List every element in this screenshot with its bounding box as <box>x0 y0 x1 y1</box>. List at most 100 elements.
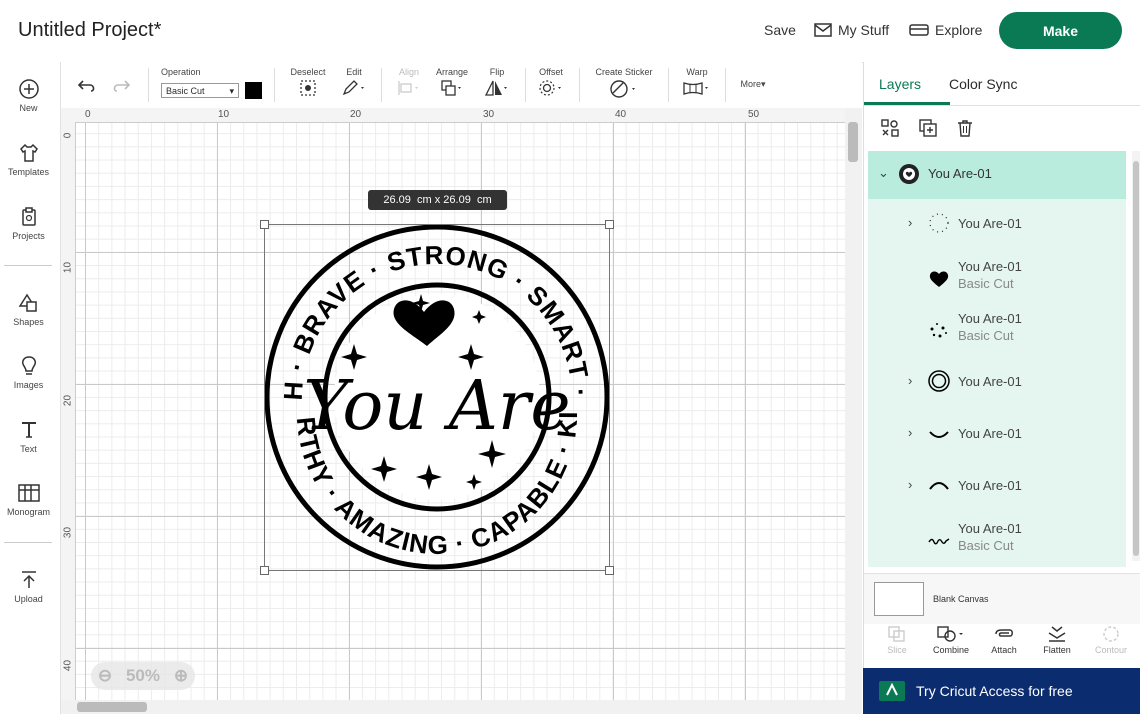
align-icon <box>398 81 418 95</box>
layer-name-text: You Are-01 <box>958 259 1022 274</box>
ruler-tick: 0 <box>62 132 74 139</box>
offset-button[interactable]: Offset <box>531 67 571 99</box>
double-ring-icon <box>928 370 950 392</box>
tab-layers[interactable]: Layers <box>879 76 921 92</box>
paperclip-icon <box>995 629 1013 637</box>
sidebar-divider <box>4 265 52 266</box>
sidebar-item-new[interactable]: New <box>0 78 57 113</box>
stars-icon <box>930 323 947 338</box>
design-thumbnail-icon <box>899 164 919 184</box>
zoom-control: ⊖ 50% ⊕ <box>91 662 195 690</box>
toolbar-divider <box>668 68 669 102</box>
shirt-icon <box>19 143 38 162</box>
horizontal-scrollbar[interactable] <box>61 700 845 714</box>
explore-button[interactable]: Explore <box>909 22 982 38</box>
make-button[interactable]: Make <box>999 12 1122 49</box>
flatten-button[interactable]: Flatten <box>1032 625 1082 655</box>
smile-arc-icon <box>929 431 949 438</box>
chevron-down-icon[interactable]: ⌄ <box>878 165 889 181</box>
align-label: Align <box>398 67 419 77</box>
warp-button[interactable]: Warp <box>675 67 719 99</box>
combine-button[interactable]: Combine <box>926 625 976 655</box>
slice-button[interactable]: Slice <box>872 625 922 655</box>
explore-label: Explore <box>935 22 983 38</box>
more-button[interactable]: More▾ <box>733 79 773 90</box>
ruler-tick: 50 <box>748 109 760 120</box>
selection-box[interactable] <box>260 220 614 575</box>
ruler-tick: 40 <box>615 109 627 120</box>
sidebar-item-projects[interactable]: Projects <box>0 206 57 241</box>
attach-button[interactable]: Attach <box>979 625 1029 655</box>
resize-handle-bl[interactable] <box>260 566 269 575</box>
ruler-tick: 10 <box>62 261 74 274</box>
chevron-right-icon[interactable]: › <box>908 477 912 492</box>
sidebar-item-label: Shapes <box>13 317 44 327</box>
ruler-tick: 30 <box>483 109 495 120</box>
project-title[interactable]: Untitled Project* <box>18 19 161 42</box>
operation-select[interactable]: Basic Cut ▾ <box>161 83 239 98</box>
undo-icon[interactable] <box>77 78 97 94</box>
blank-canvas-label: Blank Canvas <box>933 594 989 604</box>
trash-icon[interactable] <box>955 118 975 138</box>
sidebar-item-shapes[interactable]: Shapes <box>0 292 57 327</box>
layer-name-text: You Are-01 <box>958 311 1022 326</box>
flip-button[interactable]: Flip <box>479 67 515 99</box>
create-sticker-button[interactable]: Create Sticker <box>589 67 659 101</box>
monogram-icon <box>17 484 40 502</box>
chevron-right-icon[interactable]: › <box>908 373 912 388</box>
sidebar-item-monogram[interactable]: Monogram <box>0 482 57 517</box>
save-label: Save <box>764 22 796 38</box>
vertical-scrollbar[interactable] <box>845 108 862 714</box>
zoom-out-icon[interactable]: ⊖ <box>98 666 112 686</box>
flip-icon <box>484 80 507 96</box>
duplicate-icon[interactable] <box>918 118 938 138</box>
contour-label: Contour <box>1094 645 1128 655</box>
arrange-button[interactable]: Arrange <box>432 67 472 99</box>
sidebar-item-label: Templates <box>7 167 50 177</box>
chevron-right-icon[interactable]: › <box>908 425 912 440</box>
tab-color-sync[interactable]: Color Sync <box>949 76 1017 92</box>
cricut-access-banner[interactable]: Try Cricut Access for free <box>863 668 1140 714</box>
heart-icon <box>929 271 949 287</box>
my-stuff-button[interactable]: My Stuff <box>814 22 889 38</box>
size-tooltip: 26.09 cm x 26.09 cm <box>368 190 507 210</box>
resize-handle-tl[interactable] <box>260 220 269 229</box>
scroll-thumb[interactable] <box>1133 161 1139 556</box>
scroll-thumb[interactable] <box>848 122 858 162</box>
sticker-icon <box>610 80 635 98</box>
resize-handle-tr[interactable] <box>605 220 614 229</box>
edit-button[interactable]: Edit <box>336 67 372 99</box>
offset-label: Offset <box>539 67 563 77</box>
scroll-thumb[interactable] <box>77 702 147 712</box>
sidebar-item-text[interactable]: Text <box>0 419 57 454</box>
redo-icon[interactable] <box>111 78 131 94</box>
cta-label: Try Cricut Access for free <box>916 683 1073 699</box>
group-icon[interactable] <box>880 118 900 138</box>
warp-icon <box>683 82 708 95</box>
more-label: More <box>740 79 761 89</box>
resize-handle-br[interactable] <box>605 566 614 575</box>
color-swatch[interactable] <box>245 82 262 99</box>
sidebar-item-label: Text <box>20 444 37 454</box>
chevron-down-icon: ▾ <box>229 86 234 96</box>
blank-canvas-swatch[interactable] <box>874 582 924 616</box>
deselect-label: Deselect <box>290 67 326 77</box>
layer-group-row[interactable]: ⌄ You Are-01 <box>868 151 1126 199</box>
contour-icon <box>1103 626 1119 642</box>
layers-scrollbar[interactable] <box>1132 151 1140 561</box>
deselect-button[interactable]: Deselect <box>283 67 333 99</box>
zoom-in-icon[interactable]: ⊕ <box>174 666 188 686</box>
mail-icon <box>814 23 832 37</box>
offset-icon <box>539 80 561 96</box>
ruler-tick: 20 <box>62 394 74 407</box>
sidebar-item-images[interactable]: Images <box>0 355 57 390</box>
align-button[interactable]: Align <box>391 67 427 99</box>
ruler-vertical: 0 10 20 30 40 <box>61 122 76 700</box>
blank-canvas-row[interactable]: Blank Canvas <box>864 573 1140 624</box>
chevron-right-icon[interactable]: › <box>908 215 912 230</box>
contour-button[interactable]: Contour <box>1086 625 1136 655</box>
sidebar-item-templates[interactable]: Templates <box>0 142 57 177</box>
save-button[interactable]: Save <box>764 22 796 38</box>
clipboard-icon <box>21 207 36 226</box>
sidebar-item-upload[interactable]: Upload <box>0 569 57 604</box>
